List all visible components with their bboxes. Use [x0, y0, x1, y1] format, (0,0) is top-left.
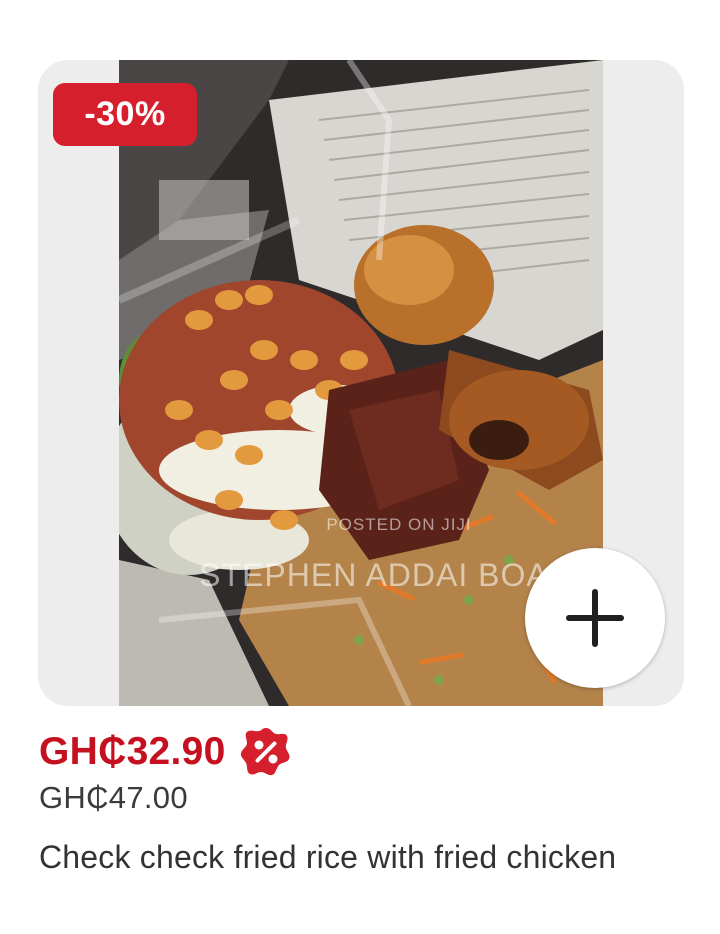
current-price: GH₵32.90 — [39, 730, 226, 773]
price-row: GH₵32.90 — [39, 728, 292, 776]
plus-icon — [566, 589, 624, 647]
product-title[interactable]: Check check fried rice with fried chicke… — [39, 832, 679, 882]
percent-badge-icon — [240, 728, 290, 776]
discount-badge: -30% — [53, 83, 197, 146]
product-card[interactable]: POSTED ON JIJI STEPHEN ADDAI BOAMAH -30%… — [0, 0, 720, 934]
add-to-cart-button[interactable] — [525, 548, 665, 688]
original-price: GH₵47.00 — [39, 780, 188, 815]
